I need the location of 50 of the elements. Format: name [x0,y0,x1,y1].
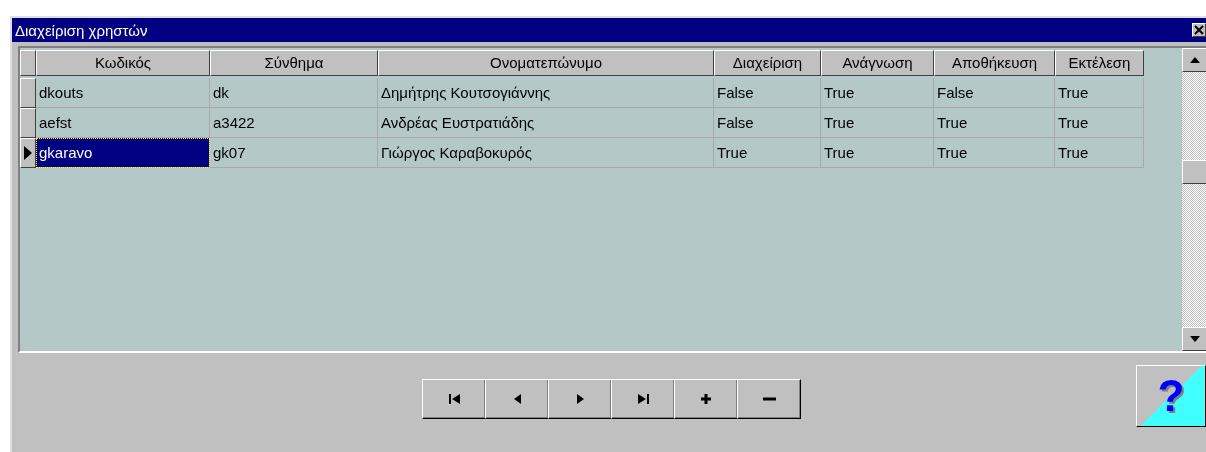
scroll-down-button[interactable] [1182,327,1206,351]
column-header[interactable]: Ανάγνωση [821,50,934,76]
table-cell[interactable]: gkaravo [36,138,210,168]
next-button[interactable] [548,379,612,419]
table-cell: False [714,78,821,108]
close-icon [1194,25,1204,35]
table-cell: False [714,108,821,138]
scroll-thumb[interactable] [1182,160,1206,184]
table-cell: Γιώργος Καραβοκυρός [378,138,714,168]
last-record-icon [636,393,650,405]
table-cell: dk [210,78,378,108]
column-header[interactable]: Σύνθημα [210,50,378,76]
scroll-up-button[interactable] [1182,48,1206,72]
table-cell: True [1055,108,1144,138]
down-arrow-icon [1190,336,1200,342]
table-cell: Δημήτρης Κουτσογιάννης [378,78,714,108]
table-cell: False [934,78,1055,108]
row-header[interactable] [20,108,36,138]
window-title: Διαχείριση χρηστών [15,21,148,39]
current-row-icon [24,146,32,160]
column-header[interactable]: Κωδικός [36,50,210,76]
previous-button[interactable] [485,379,549,419]
table-cell: Ανδρέας Ευστρατιάδης [378,108,714,138]
row-header[interactable] [20,78,36,108]
delete-button[interactable] [737,379,801,419]
table-cell: True [821,108,934,138]
column-header[interactable]: Ονοματεπώνυμο [378,50,714,76]
table-cell: True [934,108,1055,138]
table-cell: dkouts [36,78,210,108]
first-button[interactable] [422,379,486,419]
close-button[interactable] [1192,23,1206,37]
scrollbar[interactable] [1182,48,1206,351]
table-cell: True [934,138,1055,168]
first-record-icon [447,393,461,405]
help-button[interactable]: ? [1136,365,1206,427]
table-cell: True [1055,78,1144,108]
add-button[interactable] [674,379,738,419]
table-cell: True [821,78,934,108]
column-header[interactable]: Διαχείριση [714,50,821,76]
up-arrow-icon [1190,57,1200,63]
column-header[interactable]: Αποθήκευση [934,50,1055,76]
table-cell: True [1055,138,1144,168]
table-cell: gk07 [210,138,378,168]
column-header[interactable]: Εκτέλεση [1055,50,1144,76]
table-cell: True [714,138,821,168]
table-cell: True [821,138,934,168]
plus-icon [699,393,713,405]
row-indicator[interactable] [20,138,36,168]
table-cell: a3422 [210,108,378,138]
last-button[interactable] [611,379,675,419]
